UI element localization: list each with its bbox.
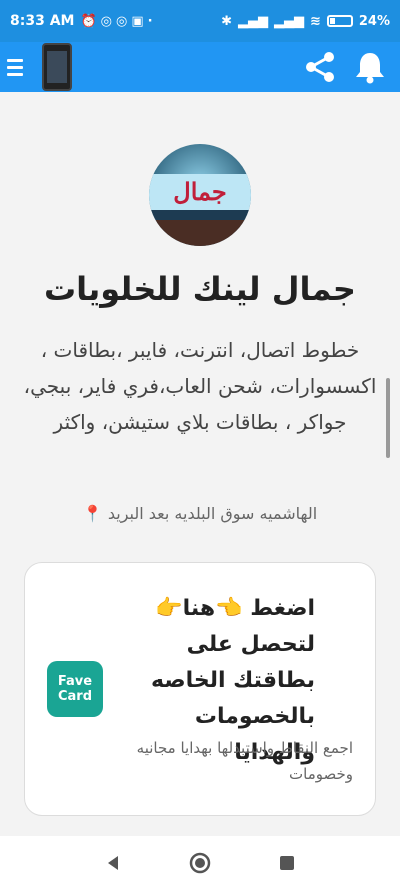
back-icon[interactable] bbox=[93, 843, 133, 883]
signal-icon: ▂▄▆ bbox=[273, 13, 304, 29]
recents-icon[interactable] bbox=[267, 843, 307, 883]
status-left-icons: ⏰ ◎ ◎ ▣ · bbox=[80, 14, 152, 29]
promo-subtext: اجمع النقاط واستبدلها بهدايا مجانيه وخصو… bbox=[136, 739, 353, 783]
signal-icon: ▂▄▆ bbox=[237, 13, 268, 29]
alarm-icon: ⏰ bbox=[80, 13, 97, 29]
share-icon[interactable] bbox=[300, 47, 340, 87]
promo-card[interactable]: Fave Card اضغط 👈هنا👉 لتحصل على بطاقتك ال… bbox=[24, 562, 376, 816]
page-title: جمال لينك للخلويات bbox=[44, 270, 356, 308]
fave-logo-line2: Card bbox=[57, 689, 93, 704]
whatsapp-icon: ◎ bbox=[100, 13, 112, 29]
menu-icon[interactable] bbox=[0, 42, 30, 92]
phone-logo-icon bbox=[42, 43, 72, 91]
fave-logo-line1: Fave bbox=[57, 674, 93, 689]
status-bar: 8:33 AM ⏰ ◎ ◎ ▣ · ✱ ▂▄▆ ▂▄▆ ≋ 24% bbox=[0, 0, 400, 42]
avatar-sign-text: جمال لينك bbox=[149, 174, 251, 242]
wifi-icon: ≋ bbox=[309, 13, 321, 29]
status-right-icons: ✱ ▂▄▆ ▂▄▆ ≋ 24% bbox=[221, 14, 390, 29]
camera-icon: ▣ bbox=[131, 13, 144, 29]
nav-bar bbox=[0, 836, 400, 889]
dot-icon: · bbox=[147, 13, 153, 29]
profile-content: جمال لينك جمال لينك للخلويات خطوط اتصال،… bbox=[0, 92, 400, 836]
battery-percent: 24% bbox=[358, 13, 390, 29]
home-icon[interactable] bbox=[180, 843, 220, 883]
status-time: 8:33 AM bbox=[10, 13, 75, 29]
whatsapp-icon: ◎ bbox=[116, 13, 128, 29]
app-bar bbox=[0, 42, 400, 92]
avatar: جمال لينك bbox=[149, 144, 251, 246]
bluetooth-icon: ✱ bbox=[221, 13, 232, 29]
fave-card-logo: Fave Card bbox=[47, 661, 103, 717]
profile-location: الهاشميه سوق البلديه بعد البريد 📍 bbox=[82, 504, 318, 523]
scroll-indicator bbox=[386, 378, 390, 458]
profile-description: خطوط اتصال، انترنت، فايبر ،بطاقات ، اكسس… bbox=[23, 338, 377, 434]
battery-icon bbox=[326, 15, 353, 27]
bell-icon[interactable] bbox=[350, 47, 390, 87]
